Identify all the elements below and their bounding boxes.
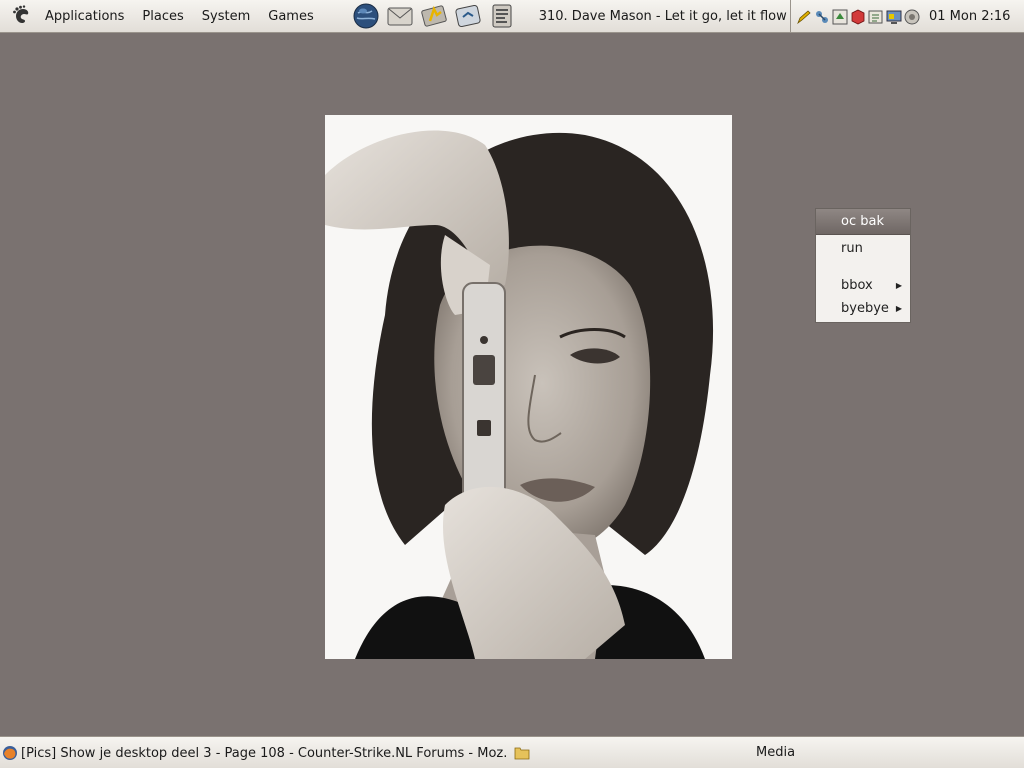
system-menu[interactable]: System (193, 0, 259, 33)
top-panel: Applications Places System Games 310. Da… (0, 0, 1024, 33)
taskbar-window-button[interactable]: [Pics] Show je desktop deel 3 - Page 108… (2, 740, 530, 766)
mail-icon[interactable] (385, 1, 415, 31)
media-drive-label[interactable]: Media (756, 737, 795, 768)
submenu-arrow-icon: ▶ (895, 304, 902, 313)
network-icon[interactable] (813, 8, 830, 25)
menu-item-label: bbox (841, 278, 873, 293)
firefox-icon (2, 745, 18, 761)
pencil-icon[interactable] (795, 8, 812, 25)
taskbar-window-title: [Pics] Show je desktop deel 3 - Page 108… (21, 745, 508, 761)
launcher-group (351, 1, 517, 31)
menu-item-run[interactable]: run (816, 239, 910, 259)
applications-menu[interactable]: Applications (36, 0, 133, 33)
submenu-arrow-icon: ▶ (895, 281, 902, 290)
menu-item-bbox[interactable]: bbox ▶ (816, 276, 910, 296)
update-icon[interactable] (831, 8, 848, 25)
places-menu[interactable]: Places (133, 0, 192, 33)
package-icon[interactable] (849, 8, 866, 25)
gnome-foot-icon[interactable] (6, 0, 36, 33)
games-menu[interactable]: Games (259, 0, 322, 33)
menu-item-label: run (841, 241, 863, 256)
folder-icon[interactable] (514, 746, 530, 760)
chat-icon[interactable] (453, 1, 483, 31)
menu-item-label: byebye (841, 301, 889, 316)
clock[interactable]: 01 Mon 2:16 (929, 9, 1010, 24)
desktop-root-menu: oc bak run bbox ▶ byebye ▶ (815, 208, 911, 323)
monitor-icon[interactable] (885, 8, 902, 25)
text-editor-icon[interactable] (487, 1, 517, 31)
volume-icon[interactable] (903, 8, 920, 25)
music-player-icon[interactable] (419, 1, 449, 31)
system-tray: 01 Mon 2:16 (790, 0, 1024, 33)
web-browser-icon[interactable] (351, 1, 381, 31)
menu-title: oc bak (816, 209, 910, 235)
wallpaper-photo (325, 115, 732, 659)
bottom-panel: [Pics] Show je desktop deel 3 - Page 108… (0, 736, 1024, 768)
notes-icon[interactable] (867, 8, 884, 25)
menu-item-byebye[interactable]: byebye ▶ (816, 299, 910, 319)
now-playing-label[interactable]: 310. Dave Mason - Let it go, let it flow (539, 9, 787, 24)
